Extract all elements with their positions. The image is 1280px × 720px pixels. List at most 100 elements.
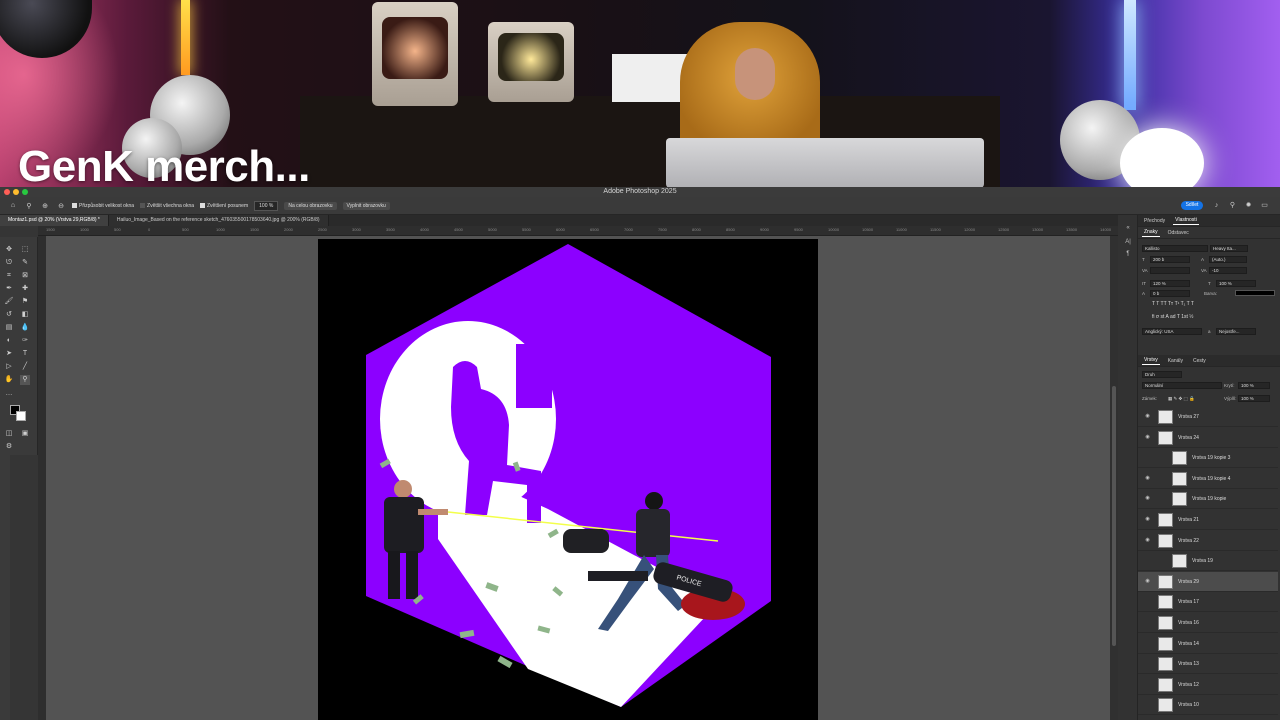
visibility-eye-icon[interactable] (1144, 598, 1151, 605)
zoom-tool-icon[interactable]: ⚲ (24, 201, 34, 211)
visibility-eye-icon[interactable]: ◉ (1144, 537, 1151, 544)
fill-screen-button[interactable]: Vyplnit obrazovku (342, 201, 390, 210)
discover-icon[interactable]: ✹ (1244, 201, 1253, 210)
visibility-eye-icon[interactable]: ◉ (1144, 434, 1151, 441)
visibility-eye-icon[interactable] (1144, 660, 1151, 667)
crop-tool-icon[interactable]: ⌗ (4, 271, 14, 281)
history-brush-icon[interactable]: ↺ (4, 310, 14, 320)
layer-row[interactable]: ◉ Vrstva 29 (1138, 571, 1278, 592)
tab-montaz1[interactable]: Montaz1.psd @ 20% (Vrstva 29,RGB/8) * (0, 215, 109, 226)
tracking-field[interactable]: -10 (1209, 267, 1247, 274)
layer-row[interactable]: Vrstva 17 (1138, 592, 1278, 613)
visibility-eye-icon[interactable]: ◉ (1144, 475, 1151, 482)
tab-properties[interactable]: Vlastnosti (1173, 216, 1199, 225)
horizontal-scale-field[interactable]: 100 % (1216, 280, 1256, 287)
visibility-eye-icon[interactable] (1144, 557, 1151, 564)
artboard-tool-icon[interactable]: ⬚ (20, 245, 30, 255)
fit-screen-button[interactable]: Na celou obrazovku (284, 201, 337, 210)
baseline-field[interactable]: 0 b (1150, 290, 1190, 297)
layer-row[interactable]: Vrstva 14 (1138, 634, 1278, 654)
lock-icons[interactable]: ▦ ✎ ✥ ⬚ 🔒 (1168, 396, 1195, 402)
blur-tool-icon[interactable]: 💧 (20, 323, 30, 333)
visibility-eye-icon[interactable] (1144, 454, 1151, 461)
vertical-scale-field[interactable]: 120 % (1150, 280, 1190, 287)
font-family-select[interactable]: Kallisto (1142, 245, 1208, 252)
tab-channels[interactable]: Kanály (1166, 357, 1185, 365)
tab-paragraph[interactable]: Odstavec (1166, 229, 1191, 237)
edit-toolbar-icon[interactable]: ⚙ (4, 442, 14, 452)
layer-row[interactable]: ◉ Vrstva 27 (1138, 407, 1278, 427)
layer-row[interactable]: ◉ Vrstva 21 (1138, 510, 1278, 530)
move-tool-icon[interactable]: ✥ (4, 245, 14, 255)
frame-tool-icon[interactable]: ⊠ (20, 271, 30, 281)
scrubby-zoom-checkbox[interactable]: Zvětšení posunem (200, 203, 248, 209)
workspace-icon[interactable]: ▭ (1260, 201, 1269, 210)
notifications-icon[interactable]: ♪ (1212, 201, 1221, 210)
leading-field[interactable]: (Auto.) (1209, 256, 1247, 263)
zoom-out-icon[interactable]: ⊖ (56, 201, 66, 211)
quick-mask-icon[interactable]: ◫ (4, 429, 14, 439)
layer-row[interactable]: Vrstva 10 (1138, 695, 1278, 716)
direct-select-icon[interactable]: ▷ (4, 362, 14, 372)
eyedropper-tool-icon[interactable]: ✒ (4, 284, 14, 294)
tab-paths[interactable]: Cesty (1191, 357, 1208, 365)
visibility-eye-icon[interactable] (1144, 640, 1151, 647)
type-tool-icon[interactable]: T (20, 349, 30, 359)
typographic-style-buttons[interactable]: T T TT Tт T¹ T₁ T T (1152, 301, 1194, 307)
screen-mode-icon[interactable]: ▣ (20, 429, 30, 439)
tab-layers[interactable]: Vrstvy (1142, 356, 1160, 365)
share-button[interactable]: Sdílet (1181, 201, 1203, 210)
tab-gradients[interactable]: Přechody (1142, 217, 1167, 225)
visibility-eye-icon[interactable] (1144, 619, 1151, 626)
kerning-field[interactable] (1150, 267, 1190, 274)
home-icon[interactable]: ⌂ (8, 201, 18, 211)
layer-row[interactable]: Vrstva 12 (1138, 675, 1278, 695)
opentype-feature-buttons[interactable]: fi ơ st A ad T 1st ½ (1152, 314, 1193, 320)
character-panel-icon[interactable]: A| (1123, 237, 1133, 247)
vertical-scrollbar[interactable] (1110, 236, 1118, 720)
path-select-icon[interactable]: ➤ (4, 349, 14, 359)
background-color-swatch[interactable] (16, 411, 26, 421)
eraser-tool-icon[interactable]: ◧ (20, 310, 30, 320)
fill-field[interactable]: 100 % (1238, 395, 1270, 402)
healing-tool-icon[interactable]: ✚ (20, 284, 30, 294)
dodge-tool-icon[interactable]: ◐ (4, 336, 14, 346)
resize-windows-checkbox[interactable]: Přizpůsobit velikost okna (72, 203, 134, 209)
opacity-field[interactable]: 100 % (1238, 382, 1270, 389)
shape-tool-icon[interactable]: ╱ (20, 362, 30, 372)
layer-row[interactable]: ◉ Vrstva 24 (1138, 428, 1278, 448)
layer-row[interactable]: ◉ Vrstva 19 kopie (1138, 489, 1278, 510)
tab-character[interactable]: Znaky (1142, 228, 1160, 237)
layer-row[interactable]: Vrstva 13 (1138, 654, 1278, 675)
quick-select-tool-icon[interactable]: ✎ (20, 258, 30, 268)
layer-row[interactable]: Vrstva 16 (1138, 613, 1278, 633)
layer-row[interactable]: ◉ Vrstva 19 kopie 4 (1138, 469, 1278, 489)
layer-row[interactable]: ◉ Vrstva 22 (1138, 531, 1278, 551)
paragraph-panel-icon[interactable]: ¶ (1123, 249, 1133, 259)
document-canvas[interactable]: POLICE (318, 239, 818, 720)
layer-filter-select[interactable]: Druh (1142, 371, 1182, 378)
blend-mode-select[interactable]: Normální (1142, 382, 1222, 389)
gradient-tool-icon[interactable]: ▤ (4, 323, 14, 333)
language-select[interactable]: Anglický: USA (1142, 328, 1202, 335)
visibility-eye-icon[interactable] (1144, 701, 1151, 708)
visibility-eye-icon[interactable]: ◉ (1144, 578, 1151, 585)
panel-collapse-icon[interactable]: « (1123, 223, 1133, 233)
stamp-tool-icon[interactable]: ⚑ (20, 297, 30, 307)
font-style-select[interactable]: Heavy Ita... (1210, 245, 1248, 252)
pen-tool-icon[interactable]: ✑ (20, 336, 30, 346)
zoom-in-icon[interactable]: ⊕ (40, 201, 50, 211)
visibility-eye-icon[interactable] (1144, 681, 1151, 688)
tab-hailuo-image[interactable]: Hailuo_Image_Based on the reference sket… (108, 215, 329, 226)
more-tools-icon[interactable]: … (4, 389, 14, 399)
visibility-eye-icon[interactable]: ◉ (1144, 495, 1151, 502)
close-window-button[interactable] (4, 189, 10, 195)
hand-tool-icon[interactable]: ✋ (4, 375, 14, 385)
font-size-field[interactable]: 200 b (1150, 256, 1190, 263)
anti-alias-select[interactable]: Nejostře... (1216, 328, 1256, 335)
visibility-eye-icon[interactable]: ◉ (1144, 413, 1151, 420)
zoom-all-checkbox[interactable]: Zvětšit všechna okna (140, 203, 194, 209)
zoom-value-field[interactable]: 100 % (254, 200, 279, 211)
layer-row[interactable]: Vrstva 19 kopie 3 (1138, 448, 1278, 469)
text-color-swatch[interactable] (1235, 290, 1275, 296)
